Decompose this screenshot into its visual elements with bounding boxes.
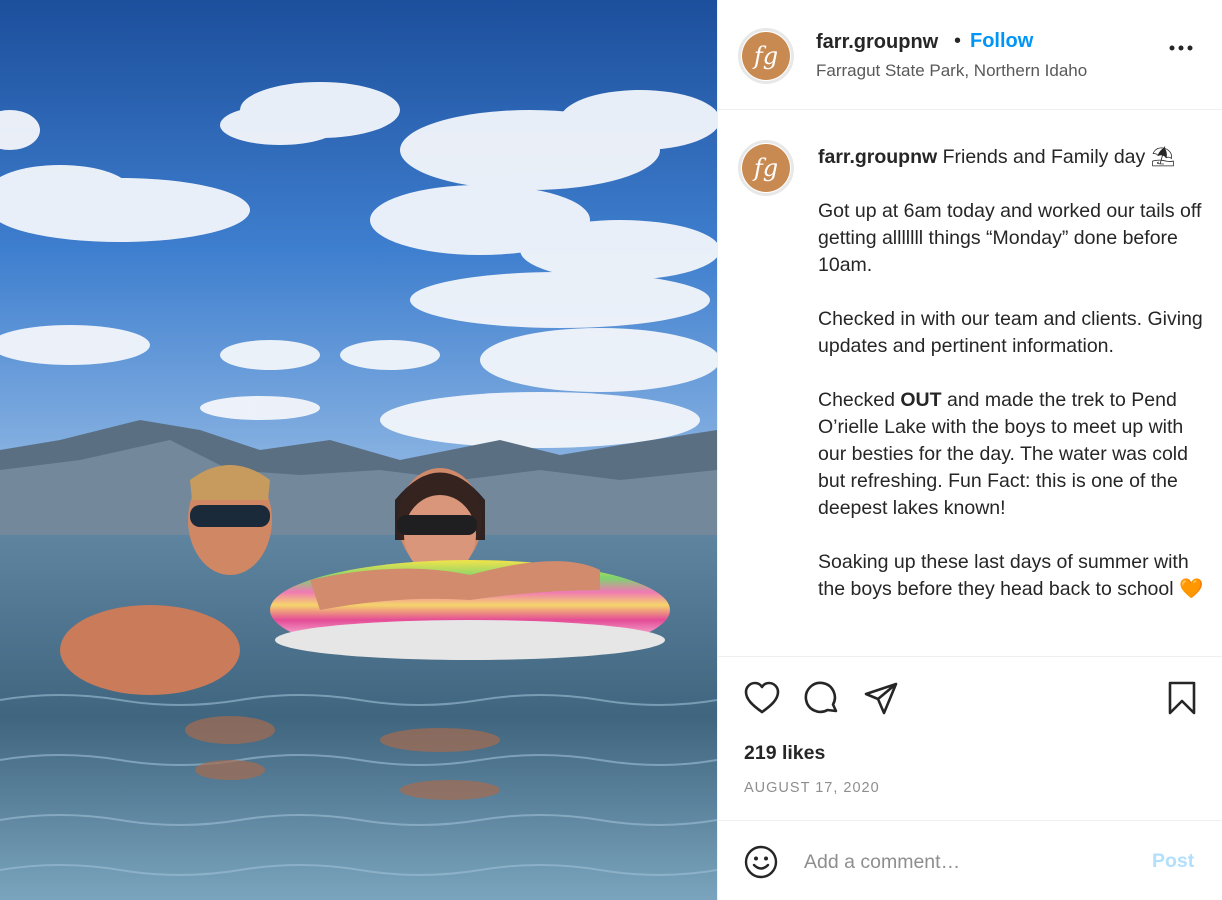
post-location[interactable]: Farragut State Park, Northern Idaho [816, 61, 1087, 81]
caption-paragraph: Checked in with our team and clients. Gi… [818, 308, 1203, 357]
comment-box: Post [718, 820, 1222, 900]
avatar-logo: fg [742, 144, 790, 192]
caption-paragraph: Soaking up these last days of summer wit… [818, 549, 1208, 603]
post-date[interactable]: AUGUST 17, 2020 [744, 780, 880, 796]
comment-input[interactable] [802, 845, 1136, 879]
caption-username[interactable]: farr.groupnw [818, 146, 937, 168]
comment-icon[interactable] [804, 681, 840, 722]
post-header: fg farr.groupnw • Follow Farragut State … [718, 0, 1222, 110]
caption-text: farr.groupnw Friends and Family day ⛱ Go… [818, 144, 1208, 630]
bookmark-icon[interactable] [1167, 681, 1197, 720]
caption-title: Friends and Family day [942, 146, 1146, 168]
separator-dot: • [954, 30, 962, 52]
caption-paragraph: Checked OUT and made the trek to Pend O’… [818, 387, 1208, 522]
heart-icon[interactable] [744, 681, 780, 720]
caption-bold-text: OUT [900, 389, 942, 411]
like-count[interactable]: 219 likes [744, 742, 825, 765]
post-dialog: fg farr.groupnw • Follow Farragut State … [0, 0, 1222, 900]
post-actions: 219 likes AUGUST 17, 2020 [718, 656, 1222, 820]
author-username[interactable]: farr.groupnw [816, 31, 938, 54]
caption-text-fragment: Soaking up these last days of summer wit… [818, 551, 1189, 600]
post-caption: fg farr.groupnw Friends and Family day ⛱… [718, 110, 1222, 656]
author-avatar[interactable]: fg [738, 28, 794, 84]
paper-plane-icon[interactable] [864, 682, 898, 721]
emoji-icon[interactable] [744, 845, 778, 884]
caption-text-fragment: Checked [818, 389, 901, 411]
post-photo[interactable] [0, 0, 717, 900]
avatar-logo: fg [742, 32, 790, 80]
more-options-icon[interactable] [1168, 40, 1194, 56]
follow-button[interactable]: Follow [970, 30, 1033, 53]
post-comment-button[interactable]: Post [1152, 850, 1194, 873]
caption-avatar[interactable]: fg [738, 140, 794, 196]
post-side-panel: fg farr.groupnw • Follow Farragut State … [717, 0, 1222, 900]
caption-paragraph: Got up at 6am today and worked our tails… [818, 200, 1202, 276]
orange-heart-emoji: 🧡 [1179, 578, 1204, 600]
beach-umbrella-emoji: ⛱ [1150, 146, 1176, 168]
